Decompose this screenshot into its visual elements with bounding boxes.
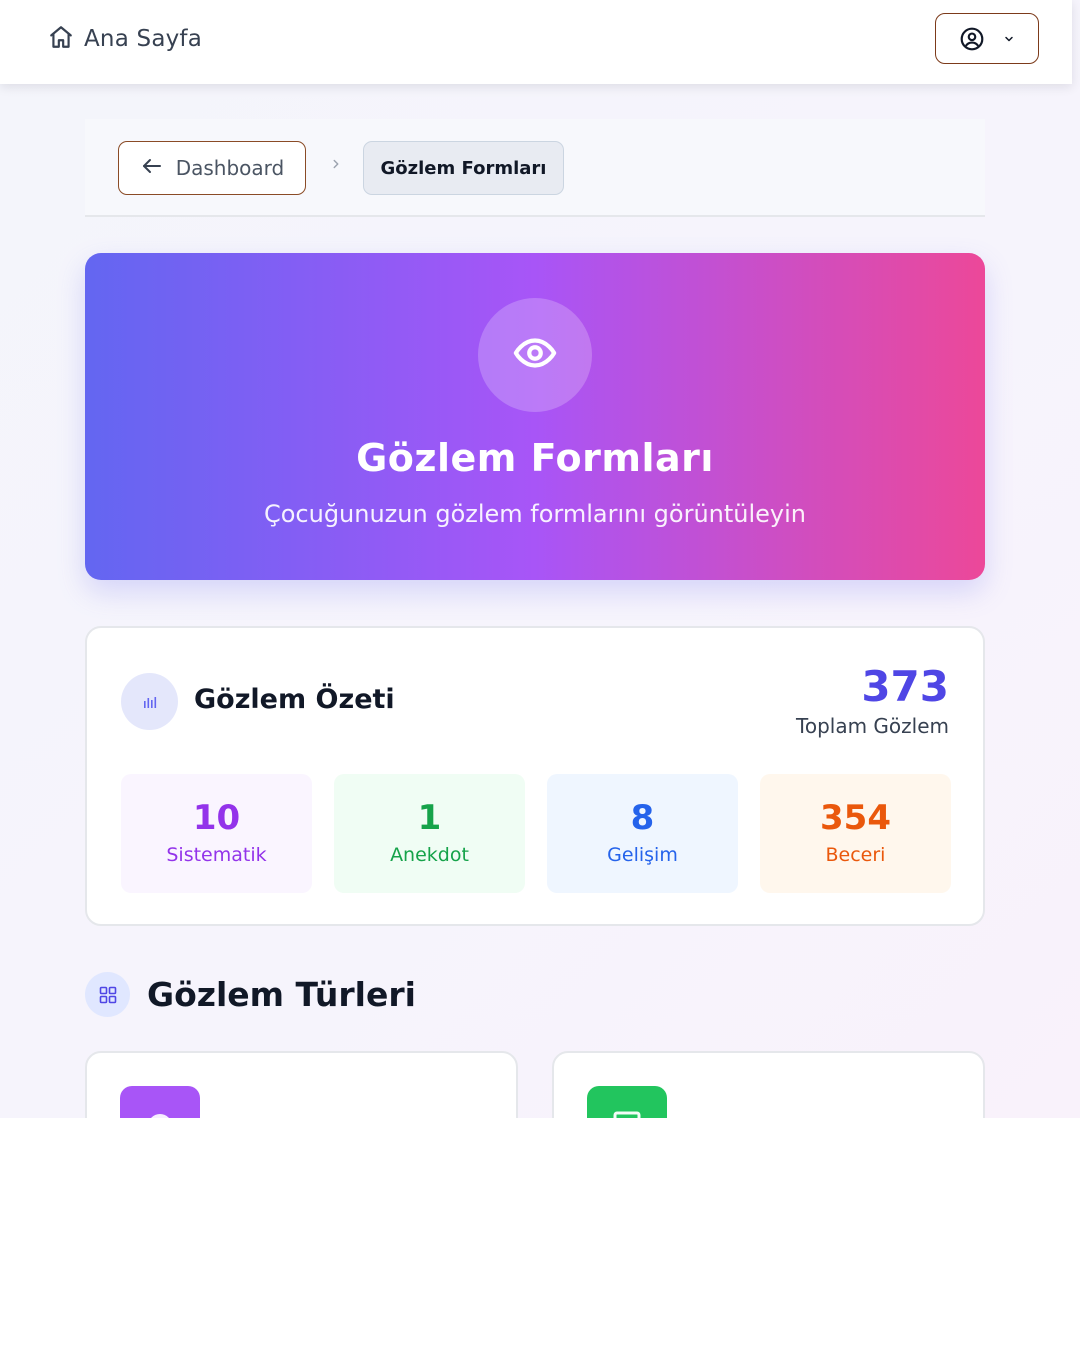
section-title: Gözlem Türleri — [147, 975, 416, 1014]
bar-chart-icon — [121, 673, 178, 730]
stat-beceri: 354 Beceri — [760, 774, 951, 893]
breadcrumb-current[interactable]: Gözlem Formları — [363, 141, 564, 195]
breadcrumb: Dashboard Gözlem Formları — [85, 119, 985, 217]
home-link[interactable]: Ana Sayfa — [48, 22, 202, 56]
chevron-down-icon — [1003, 33, 1015, 45]
type-icon — [120, 1086, 200, 1118]
hero-subtitle: Çocuğunuzun gözlem formlarını görüntüley… — [263, 500, 807, 528]
user-circle-icon — [959, 26, 985, 52]
stat-label: Anekdot — [390, 844, 469, 866]
eye-icon — [512, 330, 558, 380]
stat-label: Sistematik — [166, 844, 267, 866]
back-label: Dashboard — [175, 156, 285, 180]
total-label: Toplam Gözlem — [796, 714, 949, 738]
summary-card: Gözlem Özeti 373 Toplam Gözlem 10 Sistem… — [85, 626, 985, 926]
total-count: 373 — [861, 662, 949, 711]
hero-icon-circle — [478, 298, 592, 412]
observation-type-card[interactable] — [552, 1051, 985, 1118]
stat-label: Gelişim — [607, 844, 678, 866]
summary-title: Gözlem Özeti — [194, 684, 395, 715]
home-icon — [48, 24, 74, 54]
top-navbar: Ana Sayfa — [0, 0, 1072, 84]
stat-anekdot: 1 Anekdot — [334, 774, 525, 893]
stat-value: 8 — [630, 798, 655, 838]
stat-gelisim: 8 Gelişim — [547, 774, 738, 893]
user-menu-button[interactable] — [935, 13, 1039, 64]
chevron-right-icon — [329, 156, 343, 175]
back-to-dashboard-button[interactable]: Dashboard — [118, 141, 306, 195]
grid-icon — [85, 972, 130, 1017]
hero-banner: Gözlem Formları Çocuğunuzun gözlem forml… — [85, 253, 985, 580]
home-label: Ana Sayfa — [84, 26, 203, 52]
arrow-left-icon — [140, 154, 164, 183]
stat-sistematik: 10 Sistematik — [121, 774, 312, 893]
stat-value: 1 — [417, 798, 442, 838]
type-icon — [587, 1086, 667, 1118]
observation-type-card[interactable] — [85, 1051, 518, 1118]
stat-value: 354 — [820, 798, 891, 838]
stat-value: 10 — [192, 798, 241, 838]
hero-title: Gözlem Formları — [356, 436, 714, 480]
stat-label: Beceri — [825, 844, 886, 866]
page-viewport: Ana Sayfa Dashboard Gözlem Formları Gözl… — [0, 0, 1080, 1118]
